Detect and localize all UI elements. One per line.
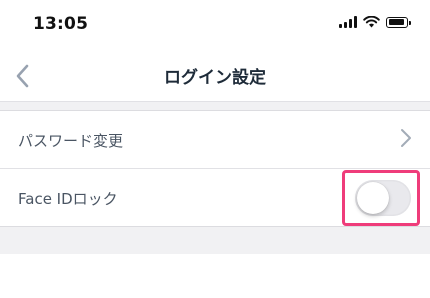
change-password-label: パスワード変更: [18, 132, 124, 150]
section-footer-spacer: [0, 226, 430, 254]
navigation-bar: ログイン設定: [0, 50, 430, 100]
toggle-knob: [357, 182, 389, 214]
chevron-right-icon: [401, 129, 411, 147]
face-id-lock-toggle[interactable]: [355, 180, 411, 216]
status-icons: [339, 16, 411, 28]
page-title: ログイン設定: [164, 68, 266, 88]
status-bar: 13:05: [0, 0, 430, 50]
wifi-icon: [363, 16, 380, 28]
battery-icon: [386, 16, 411, 28]
status-time: 13:05: [33, 14, 89, 34]
cellular-signal-icon: [339, 16, 357, 28]
section-header-spacer: [0, 101, 430, 111]
change-password-row[interactable]: パスワード変更: [0, 111, 430, 168]
face-id-lock-label: Face IDロック: [18, 190, 118, 208]
